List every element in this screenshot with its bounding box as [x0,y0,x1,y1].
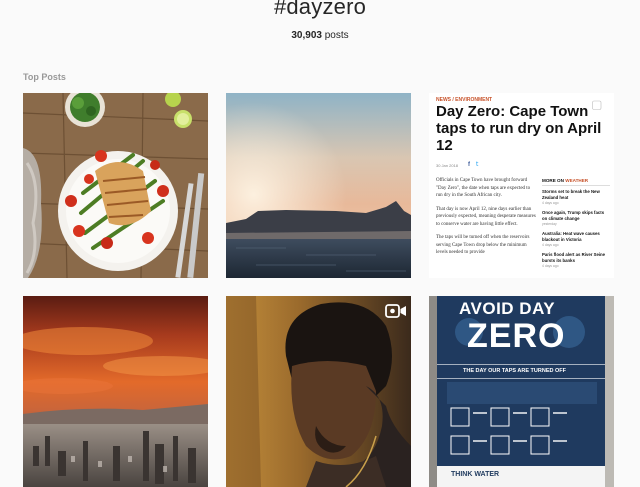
post-table-mountain-sunset[interactable] [226,93,411,278]
sidebar-title-topic: WEATHER [565,178,589,183]
article-paragraph: The taps will be turned off when the res… [436,235,530,255]
sidebar-title-prefix: MORE ON [542,178,564,183]
sidebar-story-time: 4 days ago [542,243,559,247]
post-image [226,296,411,487]
multiple-photos-icon [592,98,604,110]
article-body: Officials in Cape Town have brought forw… [436,177,536,263]
article-sidebar: MORE ON WEATHER Storms set to break the … [542,178,610,273]
top-posts-heading: Top Posts [23,72,66,82]
article-share: ft [468,161,478,168]
article-paragraph: Officials in Cape Town have brought forw… [436,178,531,198]
twitter-icon: t [476,161,479,168]
sidebar-story-time: yesterday [542,222,557,226]
sidebar-story-time: 4 days ago [542,201,559,205]
article-paragraph: That day is now April 12, nine days earl… [436,206,536,227]
sidebar-title: MORE ON WEATHER [542,178,610,186]
poster-footer: THINK WATER [451,471,500,478]
poster-subtitle: THE DAY OUR TAPS ARE TURNED OFF [463,368,566,374]
facebook-icon: f [468,162,470,168]
post-count-number: 30,903 [291,30,322,41]
post-count: 30,903 posts [0,30,640,41]
post-image [23,93,208,278]
post-grilled-fish[interactable] [23,93,208,278]
video-icon [385,304,406,318]
sidebar-story: Storms set to break the New Zealand heat [542,189,600,200]
article-date: 30 Jan 2018 [436,163,459,168]
sidebar-story: Once again, Trump skips facts on climate… [542,210,605,221]
post-news-article[interactable]: NEWS / ENVIRONMENT Day Zero: Cape Town t… [429,93,614,278]
hashtag-title: #dayzero [273,0,367,19]
post-red-sky-city[interactable] [23,296,208,487]
post-count-suffix: posts [321,30,349,41]
poster-title-line2: ZERO [467,317,566,355]
sidebar-story: Australia: Heat wave causes blackout in … [542,231,600,242]
post-portrait-video[interactable] [226,296,411,487]
post-image [23,296,208,487]
sidebar-story: Paris flood alert as River Seine bursts … [542,252,606,263]
post-avoid-day-zero-poster[interactable]: AVOID DAY ZERO THE DAY OUR TAPS ARE TURN… [429,296,614,487]
sidebar-story-time: 4 days ago [542,264,559,268]
article-headline: Day Zero: Cape Town taps to run dry on A… [436,103,602,154]
article-screenshot: NEWS / ENVIRONMENT Day Zero: Cape Town t… [429,93,614,278]
post-image [226,93,411,278]
